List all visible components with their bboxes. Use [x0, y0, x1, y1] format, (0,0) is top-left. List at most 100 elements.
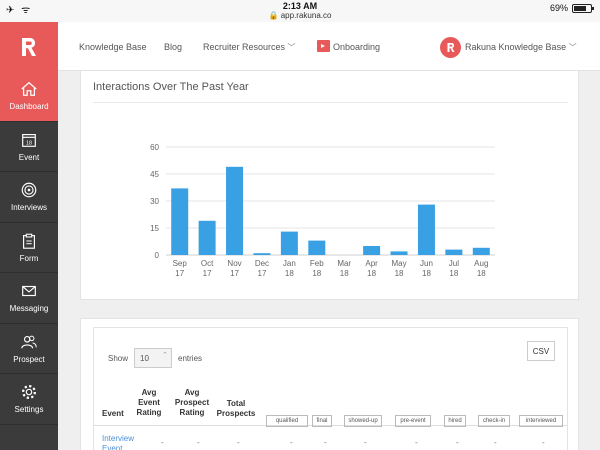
- x-tick-label: Jan 18: [283, 259, 296, 278]
- tag-hired[interactable]: hired: [444, 415, 466, 427]
- sidebar: Dashboard 18 Event Interviews Form Messa…: [0, 22, 58, 450]
- sidebar-item-prospect[interactable]: Prospect: [0, 324, 58, 374]
- page-size-value: 10: [140, 353, 149, 363]
- home-icon: [21, 82, 37, 97]
- table-header: Event Avg Event Rating Avg Prospect Rati…: [94, 388, 567, 427]
- y-tick-label: 30: [150, 197, 159, 206]
- target-icon: [21, 182, 37, 198]
- status-bar: ✈ ᯤ 2:13 AM 🔒 app.rakuna.co 69%: [0, 0, 600, 22]
- nav-blog[interactable]: Blog: [164, 42, 182, 52]
- bar: [363, 246, 381, 255]
- sidebar-item-label: Dashboard: [9, 102, 49, 112]
- bar: [198, 220, 216, 255]
- bar: [417, 204, 435, 255]
- sidebar-item-interviews[interactable]: Interviews: [0, 172, 58, 223]
- event-link[interactable]: Interview Event: [102, 434, 152, 450]
- bar: [308, 240, 326, 255]
- page-size-control: Show 10 entries: [108, 348, 202, 368]
- calendar-icon: 18: [22, 133, 36, 147]
- x-tick-label: Sep 17: [173, 259, 188, 278]
- account-menu[interactable]: Rakuna Knowledge Base ﹀: [465, 42, 577, 53]
- x-tick-label: Mar 18: [337, 259, 351, 278]
- envelope-icon: [22, 286, 36, 297]
- top-navigation: Knowledge Base Blog Recruiter Resources …: [58, 22, 600, 71]
- tag-pre-event[interactable]: pre-event: [395, 415, 431, 427]
- onboarding-icon: [317, 40, 330, 52]
- cell-avg-event-rating: -: [161, 438, 164, 447]
- y-tick-label: 45: [150, 170, 159, 179]
- header-total-prospects[interactable]: Total Prospects: [216, 399, 256, 419]
- bar: [445, 249, 463, 255]
- y-tick-label: 0: [155, 251, 160, 260]
- show-label: Show: [108, 353, 129, 363]
- cell-qualified: -: [290, 438, 293, 447]
- interactions-bar-chart: 0 15 30 45 60 Sep 17 Oct 17 Nov 17 Dec 17 Jan 18 Feb 18 M…: [150, 143, 495, 278]
- nav-onboarding[interactable]: Onboarding: [333, 42, 380, 52]
- tag-final[interactable]: final: [312, 415, 332, 427]
- rakuna-avatar-icon: [447, 42, 454, 52]
- bar: [171, 188, 189, 255]
- x-tick-label: Apr 18: [365, 259, 378, 278]
- nav-recruiter-resources[interactable]: Recruiter Resources ﹀: [203, 42, 296, 53]
- header-avg-event-rating[interactable]: Avg Event Rating: [134, 388, 164, 418]
- users-icon: [21, 335, 37, 349]
- sidebar-item-settings[interactable]: Settings: [0, 374, 58, 425]
- sidebar-item-label: Form: [19, 253, 39, 263]
- nav-knowledge-base[interactable]: Knowledge Base: [79, 42, 147, 52]
- calendar-badge: 18: [26, 140, 32, 146]
- x-tick-label: Aug 18: [474, 259, 488, 278]
- sidebar-item-dashboard[interactable]: Dashboard: [0, 71, 58, 122]
- rakuna-logo-icon: [22, 37, 36, 56]
- tag-check-in[interactable]: check-in: [478, 415, 510, 427]
- sidebar-item-label: Settings: [14, 405, 44, 415]
- y-tick-label: 60: [150, 143, 159, 152]
- sidebar-item-messaging[interactable]: Messaging: [0, 273, 58, 324]
- header-event[interactable]: Event: [102, 409, 124, 419]
- sidebar-item-label: Prospect: [13, 354, 45, 364]
- csv-export-button[interactable]: CSV: [527, 341, 555, 361]
- x-tick-label: May 18: [391, 259, 406, 278]
- events-table: Show 10 entries CSV Event Avg Event Rati…: [93, 327, 568, 450]
- gear-icon: [22, 385, 36, 400]
- tag-showed-up[interactable]: showed-up: [344, 415, 382, 427]
- battery-fill: [574, 5, 587, 11]
- x-tick-label: Dec 17: [255, 259, 269, 278]
- sidebar-item-label: Messaging: [9, 304, 49, 314]
- x-tick-label: Jul 18: [449, 259, 459, 278]
- sidebar-item-label: Event: [18, 152, 40, 162]
- battery-icon: [572, 3, 594, 13]
- header-avg-prospect-rating[interactable]: Avg Prospect Rating: [172, 388, 212, 418]
- cell-total-prospects: -: [237, 438, 240, 447]
- sidebar-item-event[interactable]: 18 Event: [0, 122, 58, 172]
- cell-avg-prospect-rating: -: [197, 438, 200, 447]
- page-size-select[interactable]: 10: [134, 348, 173, 368]
- entries-label: entries: [178, 353, 203, 363]
- status-time: 2:13 AM: [282, 1, 318, 11]
- x-tick-label: Oct 17: [201, 259, 214, 278]
- sidebar-item-form[interactable]: Form: [0, 223, 58, 273]
- cell-showed-up: -: [364, 438, 367, 447]
- status-url[interactable]: 🔒 app.rakuna.co: [0, 11, 600, 20]
- cell-interviewed: -: [542, 438, 545, 447]
- account-avatar[interactable]: [440, 37, 461, 58]
- x-tick-label: Nov 17: [227, 259, 241, 278]
- chevron-down-icon: ﹀: [568, 43, 577, 52]
- y-tick-label: 15: [150, 224, 159, 233]
- bar: [280, 231, 298, 255]
- bar: [253, 253, 271, 255]
- cell-hired: -: [456, 438, 459, 447]
- interactions-chart-card: Interactions Over The Past Year 0 15 30 45 6…: [80, 70, 579, 300]
- tag-qualified[interactable]: qualified: [266, 415, 308, 427]
- clipboard-icon: [23, 233, 35, 249]
- cell-pre-event: -: [415, 438, 418, 447]
- bar: [390, 251, 408, 255]
- logo[interactable]: [0, 22, 58, 71]
- bar: [226, 166, 244, 255]
- bar: [472, 247, 490, 255]
- cell-final: -: [324, 438, 327, 447]
- tag-interviewed[interactable]: interviewed: [519, 415, 563, 427]
- events-table-card: Show 10 entries CSV Event Avg Event Rati…: [80, 318, 579, 450]
- x-tick-label: Jun 18: [420, 259, 433, 278]
- url-text: app.rakuna.co: [280, 11, 332, 20]
- x-tick-label: Feb 18: [310, 259, 324, 278]
